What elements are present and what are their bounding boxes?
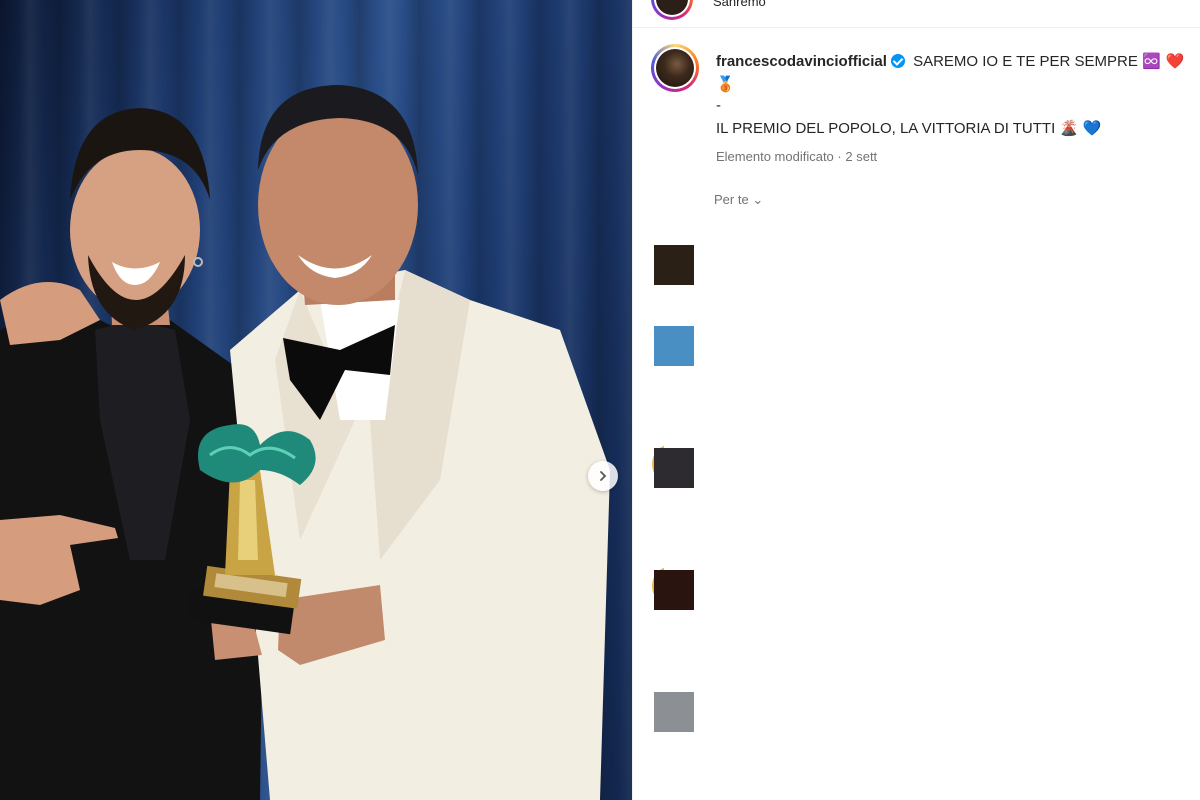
comment-avatar[interactable] [652, 566, 694, 610]
caption-line-4-emojis: 🌋 💙 [1059, 119, 1102, 137]
header-avatar[interactable] [651, 0, 693, 20]
comment-avatar-image [654, 326, 694, 366]
chevron-down-icon: ⌄ [752, 192, 764, 204]
time-ago[interactable]: 2 sett [845, 149, 877, 164]
post-photo[interactable] [0, 0, 632, 800]
author-username[interactable]: francescodavinciofficial [716, 53, 887, 70]
caption-line-2: 🥉 [716, 75, 735, 93]
caption-line-1: SAREMO IO E TE PER SEMPRE [913, 53, 1138, 70]
author-avatar[interactable] [651, 44, 699, 92]
verified-badge-icon [890, 54, 905, 68]
location-label[interactable]: Sanremo [713, 0, 766, 9]
instagram-post-view: Sanremo francescodavinciofficial SAREMO … [0, 0, 1200, 800]
translate-label: Per te [714, 192, 749, 204]
comment-avatar[interactable] [654, 326, 694, 366]
caption-line-4-row: IL PREMIO DEL POPOLO, LA VITTORIA DI TUT… [716, 117, 1200, 140]
caption-text: francescodavinciofficial SAREMO IO E TE … [716, 50, 1200, 168]
chevron-right-icon [600, 471, 607, 481]
comment-avatar-image [654, 570, 694, 610]
caption-line-3: - [716, 97, 721, 114]
post-header: Sanremo [633, 0, 1200, 28]
post-side-panel: Sanremo francescodavinciofficial SAREMO … [632, 0, 1200, 800]
next-photo-button[interactable] [588, 461, 618, 491]
caption-line-4: IL PREMIO DEL POPOLO, LA VITTORIA DI TUT… [716, 120, 1056, 137]
caption-first-line: francescodavinciofficial SAREMO IO E TE … [716, 50, 1200, 73]
comment-avatar-image [654, 448, 694, 488]
see-translation-link[interactable]: Per te ⌄ [714, 192, 763, 204]
comment-avatar[interactable] [652, 444, 694, 488]
caption-line-1-emojis: ♾️ ❤️ [1142, 52, 1185, 70]
caption-meta: Elemento modificato · 2 sett [716, 146, 1200, 168]
comment-avatar[interactable] [654, 692, 694, 732]
meta-separator: · [837, 149, 842, 164]
photo-scene [0, 85, 610, 800]
comment-avatar-image [654, 245, 694, 285]
comment-avatar[interactable] [654, 245, 694, 285]
edited-label: Elemento modificato [716, 149, 834, 164]
comment-avatar-image [654, 692, 694, 732]
